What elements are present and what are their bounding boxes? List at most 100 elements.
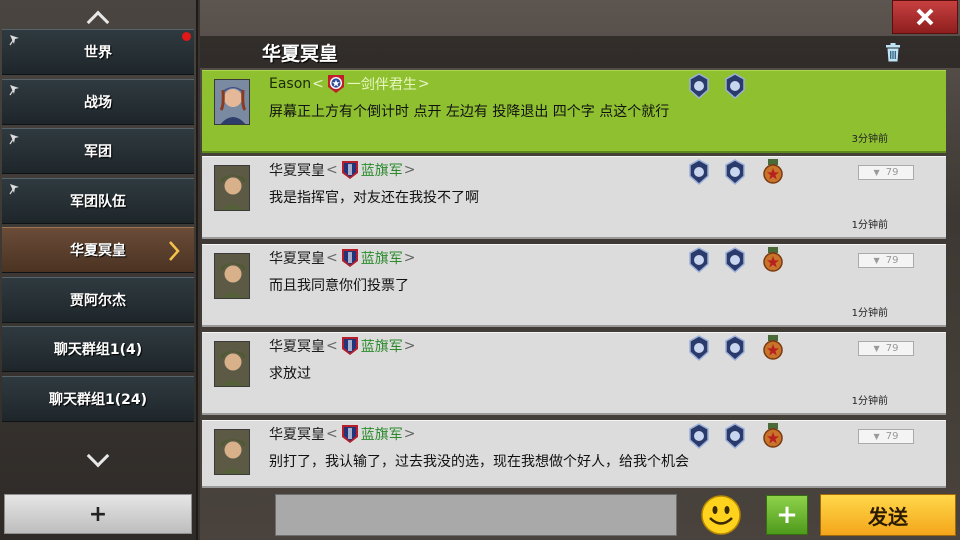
sidebar-item-battlefield[interactable]: 战场 — [2, 78, 194, 125]
close-icon — [916, 8, 934, 26]
avatar[interactable] — [214, 253, 250, 299]
sidebar-item-world[interactable]: 世界 — [2, 29, 194, 75]
trash-icon[interactable] — [885, 43, 901, 62]
plus-icon: + — [88, 501, 108, 527]
scroll-up-button[interactable] — [0, 4, 196, 34]
report-button[interactable]: ▼ 79 — [858, 341, 914, 356]
sidebar-item-label: 华夏冥皇 — [70, 243, 126, 259]
message-text: 求放过 — [269, 366, 311, 382]
rank-badge-icon — [725, 159, 745, 185]
sender-line: 华夏冥皇 < 蓝旗军 > — [269, 423, 416, 445]
report-count: 79 — [885, 343, 899, 354]
triangle-down-icon: ▼ — [873, 168, 880, 177]
chevron-down-icon — [86, 444, 110, 468]
send-button-label: 发送 — [868, 504, 908, 529]
sender-line: 华夏冥皇 < 蓝旗军 > — [269, 159, 416, 181]
message-row: 华夏冥皇 < 蓝旗军 > ▼ 79 求放过 1分钟前 — [202, 332, 946, 415]
report-count: 79 — [885, 167, 899, 178]
message-text: 而且我同意你们投票了 — [269, 278, 409, 294]
sender-name[interactable]: 华夏冥皇 — [269, 160, 325, 180]
legion-emblem-icon — [341, 249, 358, 267]
rank-badge-icon — [725, 335, 745, 361]
report-button[interactable]: ▼ 79 — [858, 165, 914, 180]
channel-list: 世界 战场 军团 军团队伍 华夏冥皇 贾阿尔杰 聊天群组1(4) 聊天群组1(2… — [2, 29, 194, 425]
legion-emblem-icon — [327, 75, 344, 93]
report-button[interactable]: ▼ 79 — [858, 253, 914, 268]
avatar[interactable] — [214, 165, 250, 211]
chevron-right-icon — [169, 241, 180, 261]
legion-emblem-icon — [341, 425, 358, 443]
avatar[interactable] — [214, 79, 250, 125]
sidebar-item-label: 聊天群组1(24) — [48, 391, 148, 408]
message-text: 屏幕正上方有个倒计时 点开 左边有 投降退出 四个字 点这个就行 — [269, 104, 670, 120]
rank-badge-icon — [689, 423, 709, 449]
message-time: 3分钟前 — [851, 134, 888, 145]
sender-line: 华夏冥皇 < 蓝旗军 > — [269, 247, 416, 269]
sidebar-item-legion-team[interactable]: 军团队伍 — [2, 177, 194, 224]
message-row: Eason < 一剑伴君生 > 屏幕正上方有个倒计时 点开 左边有 投降退出 四… — [202, 70, 946, 153]
bracket-open: < — [326, 426, 338, 442]
star-medal-icon — [763, 423, 783, 448]
pin-icon — [9, 35, 19, 46]
message-row: 华夏冥皇 < 蓝旗军 > ▼ 79 而且我同意你们投票了 1分钟前 — [202, 244, 946, 327]
legion-name[interactable]: 蓝旗军 — [361, 248, 403, 268]
message-time: 1分钟前 — [851, 396, 888, 407]
sender-name[interactable]: Eason — [269, 76, 311, 92]
star-medal-icon — [763, 247, 783, 272]
message-text: 我是指挥官，对友还在我投不了啊 — [269, 190, 479, 206]
report-count: 79 — [885, 255, 899, 266]
sidebar-item-private-chat-active[interactable]: 华夏冥皇 — [2, 227, 194, 273]
chat-input[interactable] — [275, 494, 677, 536]
scroll-down-button[interactable] — [0, 444, 196, 474]
chat-panel: 华夏冥皇 Eason < 一剑伴君生 > 屏幕正上方有个倒计时 点开 左边有 投… — [200, 0, 960, 540]
unread-dot — [182, 32, 191, 41]
triangle-down-icon: ▼ — [873, 256, 880, 265]
sidebar-item-label: 军团队伍 — [70, 193, 126, 210]
bracket-open: < — [312, 76, 324, 92]
sidebar-item-chat-group[interactable]: 聊天群组1(24) — [2, 375, 194, 422]
attach-button[interactable]: + — [766, 495, 808, 535]
sidebar-item-private-chat[interactable]: 贾阿尔杰 — [2, 276, 194, 323]
message-row: 华夏冥皇 < 蓝旗军 > ▼ 79 别打了，我认输了，过去我没的选，现在我想做个好… — [202, 420, 946, 488]
legion-name[interactable]: 蓝旗军 — [361, 336, 403, 356]
sidebar-item-legion[interactable]: 军团 — [2, 128, 194, 174]
rank-badge-icon — [725, 423, 745, 449]
sender-name[interactable]: 华夏冥皇 — [269, 336, 325, 356]
sidebar-item-label: 贾阿尔杰 — [70, 292, 126, 309]
avatar[interactable] — [214, 429, 250, 475]
message-row: 华夏冥皇 < 蓝旗军 > ▼ 79 我是指挥官，对友还在我投不了啊 1分钟前 — [202, 156, 946, 239]
legion-name[interactable]: 蓝旗军 — [361, 424, 403, 444]
legion-name[interactable]: 蓝旗军 — [361, 160, 403, 180]
triangle-down-icon: ▼ — [873, 432, 880, 441]
sender-line: 华夏冥皇 < 蓝旗军 > — [269, 335, 416, 357]
message-text: 别打了，我认输了，过去我没的选，现在我想做个好人，给我个机会 — [269, 454, 689, 470]
rank-badge-icon — [689, 159, 709, 185]
add-chat-group-button[interactable]: + — [4, 494, 192, 534]
close-button[interactable] — [892, 0, 958, 34]
legion-name[interactable]: 一剑伴君生 — [347, 74, 417, 94]
sender-name[interactable]: 华夏冥皇 — [269, 248, 325, 268]
bracket-close: > — [403, 338, 416, 354]
bracket-close: > — [417, 76, 430, 92]
report-button[interactable]: ▼ 79 — [858, 429, 914, 444]
smiley-icon[interactable] — [700, 494, 742, 536]
message-time: 1分钟前 — [851, 308, 888, 319]
avatar[interactable] — [214, 341, 250, 387]
sender-name[interactable]: 华夏冥皇 — [269, 424, 325, 444]
bracket-open: < — [326, 162, 338, 178]
sender-line: Eason < 一剑伴君生 > — [269, 73, 431, 95]
sidebar-item-label: 军团 — [84, 144, 112, 160]
send-button[interactable]: 发送 — [820, 494, 956, 536]
sidebar-item-chat-group[interactable]: 聊天群组1(4) — [2, 326, 194, 372]
plus-icon: + — [776, 500, 798, 530]
rank-badge-icon — [689, 335, 709, 361]
legion-emblem-icon — [341, 161, 358, 179]
channel-sidebar: 世界 战场 军团 军团队伍 华夏冥皇 贾阿尔杰 聊天群组1(4) 聊天群组1(2… — [0, 0, 198, 540]
pin-icon — [9, 183, 19, 194]
bracket-close: > — [403, 426, 416, 442]
triangle-down-icon: ▼ — [873, 344, 880, 353]
rank-badge-icon — [725, 247, 745, 273]
star-medal-icon — [763, 159, 783, 184]
pin-icon — [9, 84, 19, 95]
rank-badge-icon — [689, 73, 709, 99]
